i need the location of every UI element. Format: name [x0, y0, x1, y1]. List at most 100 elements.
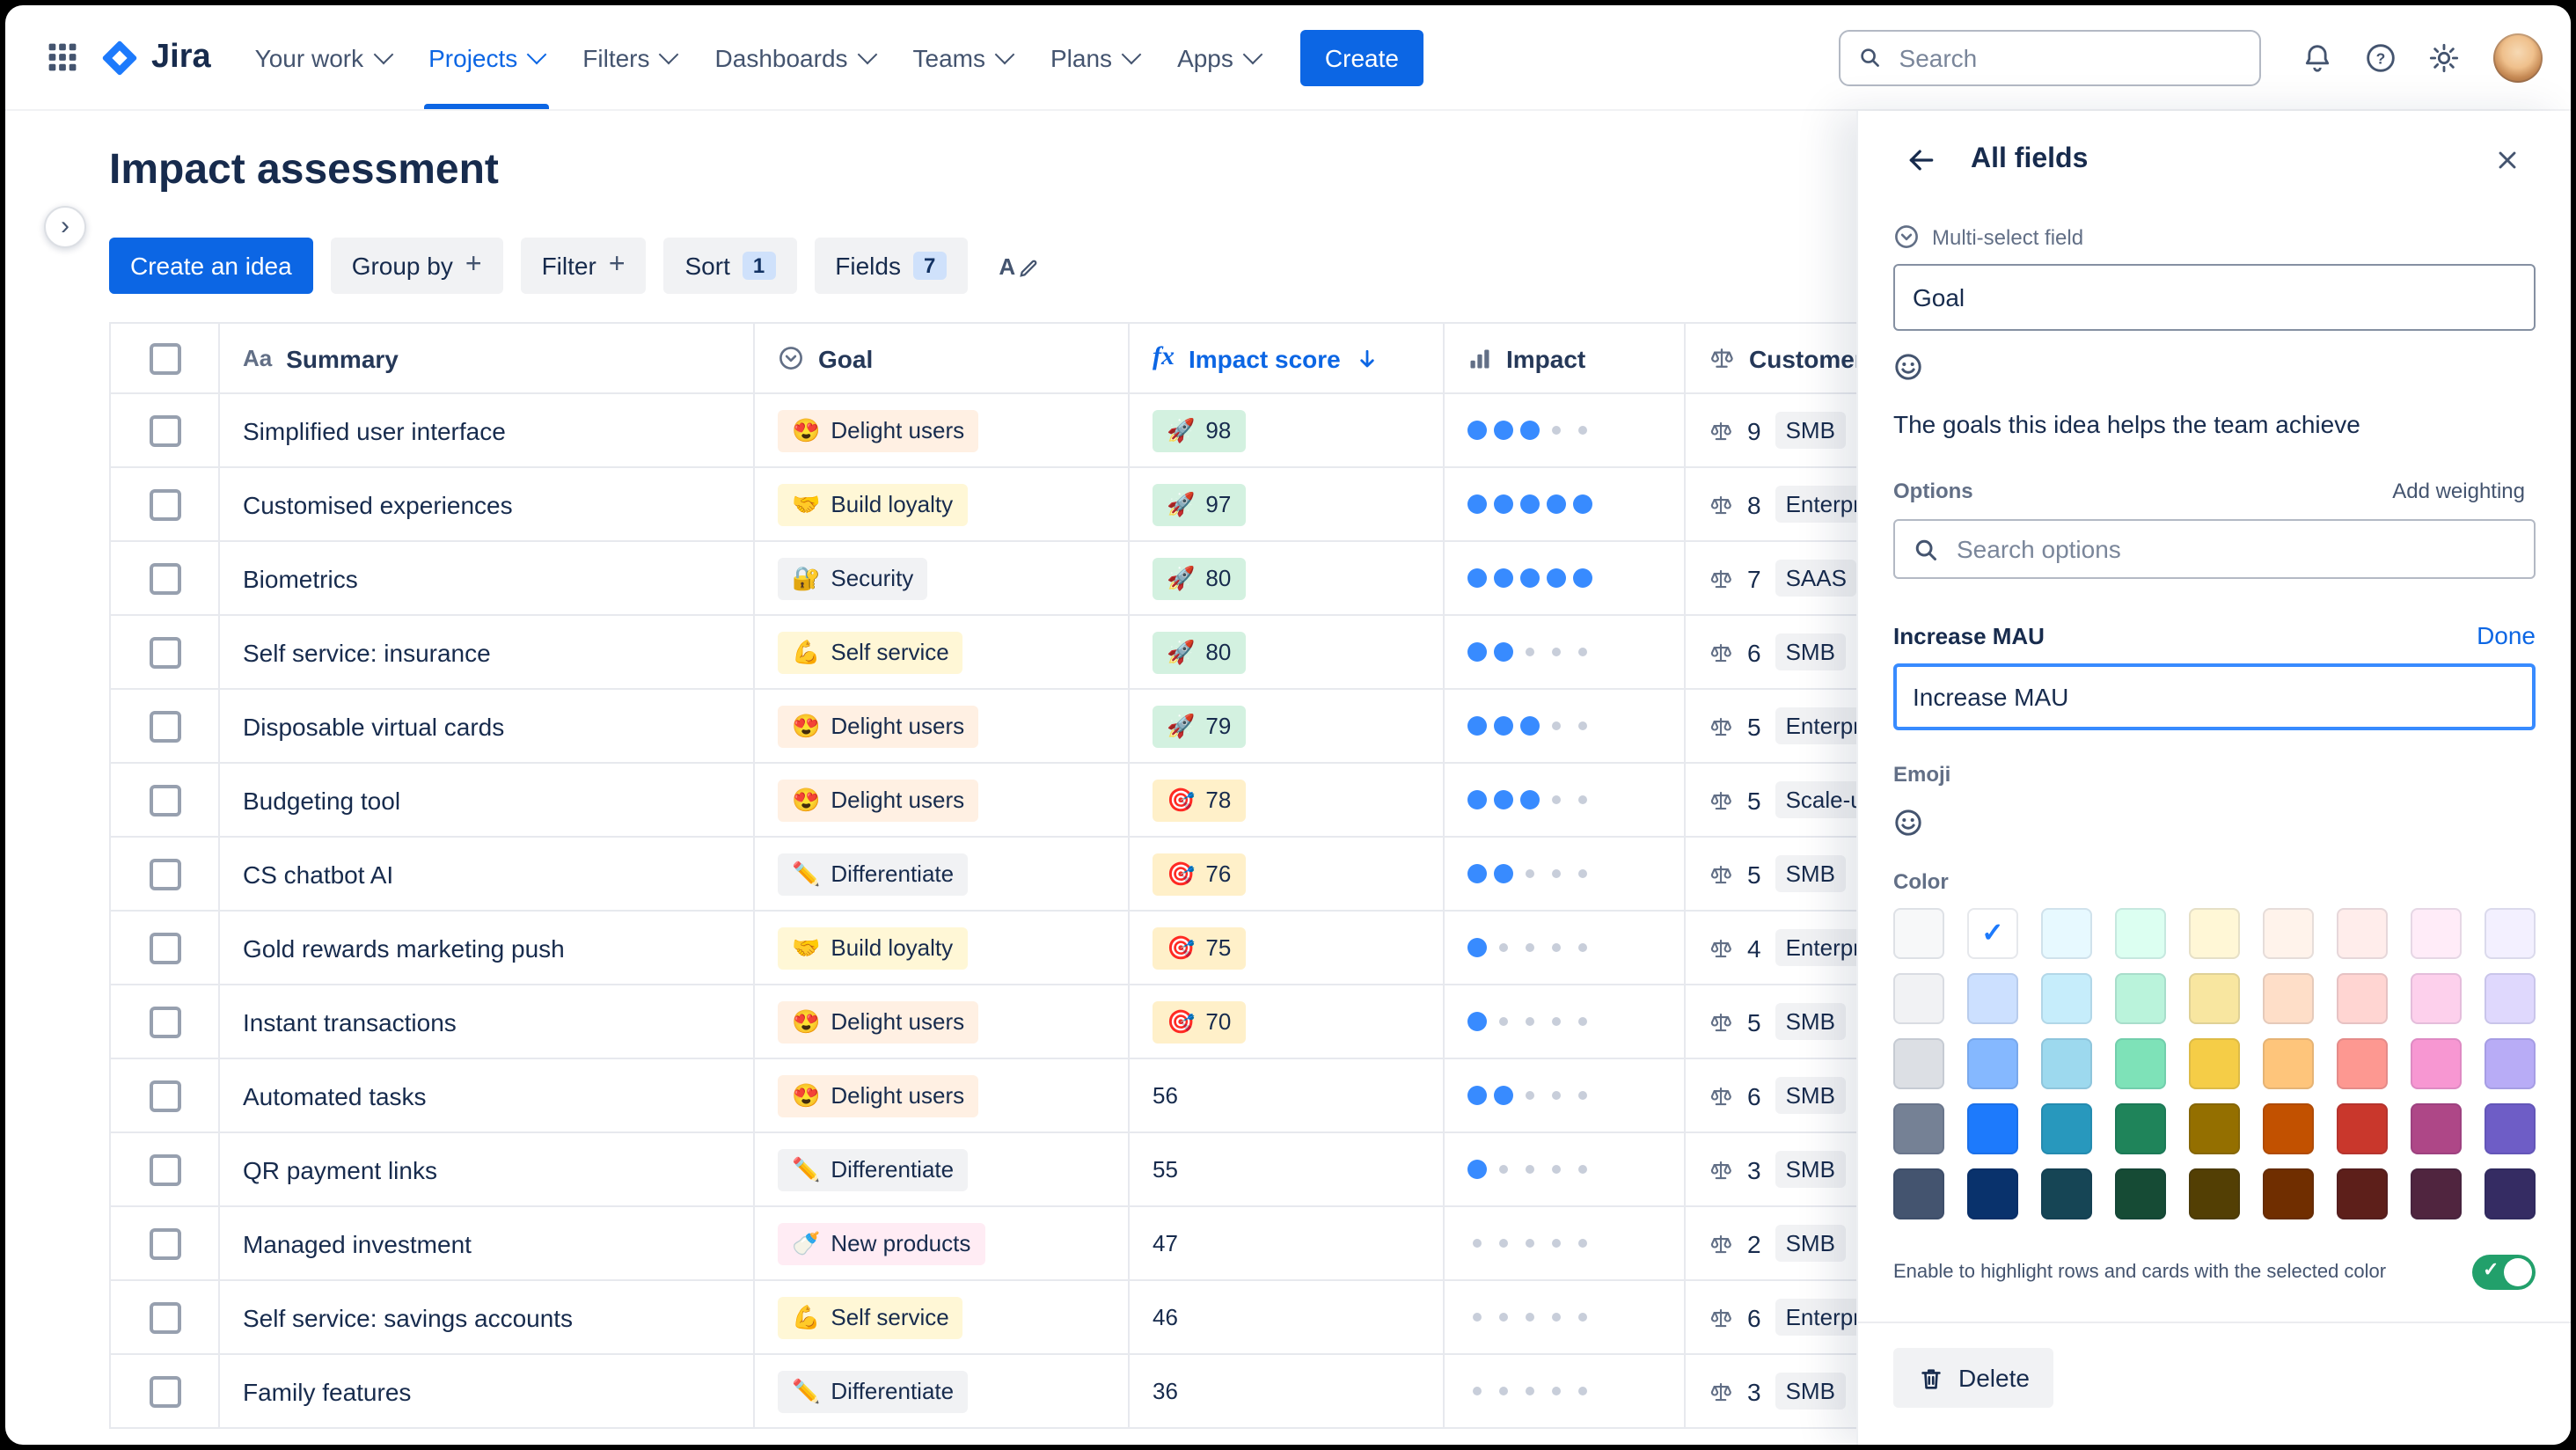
color-swatch[interactable]	[1893, 1103, 1944, 1154]
add-weighting-button[interactable]: Add weighting	[2382, 477, 2536, 505]
goal-chip[interactable]: ✏️Differentiate	[778, 1148, 968, 1190]
table-row[interactable]: CS chatbot AI✏️Differentiate🎯765SMB	[111, 838, 2038, 912]
table-row[interactable]: QR payment links✏️Differentiate553SMB	[111, 1133, 2038, 1207]
group-by-button[interactable]: Group by+	[331, 238, 503, 294]
color-swatch[interactable]	[2411, 908, 2462, 959]
nav-item-dashboards[interactable]: Dashboards	[696, 5, 894, 109]
color-swatch[interactable]	[2041, 1168, 2092, 1219]
table-row[interactable]: Self service: savings accounts💪Self serv…	[111, 1281, 2038, 1355]
table-row[interactable]: Family features✏️Differentiate363SMB	[111, 1355, 2038, 1429]
table-row[interactable]: Gold rewards marketing push🤝Build loyalt…	[111, 912, 2038, 985]
goal-chip[interactable]: ✏️Differentiate	[778, 853, 968, 895]
sidebar-expand-button[interactable]	[44, 206, 86, 248]
row-checkbox[interactable]	[149, 1375, 180, 1407]
color-swatch[interactable]	[2115, 1103, 2166, 1154]
goal-chip[interactable]: 💪Self service	[778, 631, 963, 673]
table-row[interactable]: Disposable virtual cards😍Delight users🚀7…	[111, 690, 2038, 764]
row-checkbox[interactable]	[149, 710, 180, 742]
color-swatch[interactable]	[1967, 1103, 2018, 1154]
row-checkbox[interactable]	[149, 858, 180, 890]
color-swatch[interactable]	[2115, 973, 2166, 1024]
color-swatch[interactable]	[1967, 973, 2018, 1024]
color-swatch[interactable]	[2189, 1168, 2240, 1219]
select-all-checkbox[interactable]	[149, 342, 180, 374]
color-swatch[interactable]	[2411, 1038, 2462, 1089]
color-swatch[interactable]	[2189, 973, 2240, 1024]
goal-chip[interactable]: ✏️Differentiate	[778, 1370, 968, 1412]
options-search[interactable]	[1893, 519, 2536, 579]
color-swatch-selected[interactable]: ✓	[1967, 908, 2018, 959]
delete-field-button[interactable]: Delete	[1893, 1348, 2054, 1408]
color-swatch[interactable]	[2337, 908, 2388, 959]
color-swatch[interactable]	[2115, 1038, 2166, 1089]
color-swatch[interactable]	[2041, 1103, 2092, 1154]
color-swatch[interactable]	[2115, 1168, 2166, 1219]
impact-rating[interactable]	[1445, 1059, 1686, 1133]
color-swatch[interactable]	[2189, 1038, 2240, 1089]
goal-chip[interactable]: 😍Delight users	[778, 1074, 978, 1117]
user-avatar[interactable]	[2493, 33, 2543, 82]
help-button[interactable]: ?	[2353, 29, 2409, 85]
column-header-impact-score[interactable]: fx Impact score	[1130, 324, 1445, 394]
table-row[interactable]: Automated tasks😍Delight users566SMB	[111, 1059, 2038, 1133]
color-swatch[interactable]	[2485, 973, 2536, 1024]
jira-logo[interactable]: Jira	[100, 38, 211, 77]
table-row[interactable]: Self service: insurance💪Self service🚀806…	[111, 616, 2038, 690]
table-row[interactable]: Simplified user interface😍Delight users🚀…	[111, 394, 2038, 468]
impact-rating[interactable]	[1445, 1355, 1686, 1429]
impact-rating[interactable]	[1445, 1133, 1686, 1207]
goal-chip[interactable]: 🍼New products	[778, 1222, 984, 1264]
nav-item-teams[interactable]: Teams	[894, 5, 1031, 109]
row-checkbox[interactable]	[149, 636, 180, 668]
table-row[interactable]: Budgeting tool😍Delight users🎯785Scale-up…	[111, 764, 2038, 838]
nav-item-apps[interactable]: Apps	[1158, 5, 1279, 109]
color-swatch[interactable]	[2485, 908, 2536, 959]
color-swatch[interactable]	[1893, 1168, 1944, 1219]
color-swatch[interactable]	[2411, 1168, 2462, 1219]
nav-item-filters[interactable]: Filters	[563, 5, 695, 109]
filter-button[interactable]: Filter+	[521, 238, 647, 294]
impact-rating[interactable]	[1445, 1207, 1686, 1281]
color-swatch[interactable]	[1893, 1038, 1944, 1089]
row-checkbox[interactable]	[149, 1153, 180, 1185]
options-search-input[interactable]	[1953, 533, 2516, 565]
rename-fields-button[interactable]: A	[984, 238, 1052, 294]
color-swatch[interactable]	[2337, 1103, 2388, 1154]
impact-rating[interactable]	[1445, 690, 1686, 764]
color-swatch[interactable]	[2337, 1168, 2388, 1219]
goal-chip[interactable]: 😍Delight users	[778, 409, 978, 451]
row-checkbox[interactable]	[149, 1080, 180, 1111]
color-swatch[interactable]	[2263, 1168, 2314, 1219]
field-name-input[interactable]	[1893, 264, 2536, 331]
sort-button[interactable]: Sort 1	[664, 238, 797, 294]
impact-rating[interactable]	[1445, 616, 1686, 690]
search-input[interactable]	[1896, 41, 2242, 73]
impact-rating[interactable]	[1445, 394, 1686, 468]
goal-chip[interactable]: 🤝Build loyalty	[778, 926, 967, 969]
goal-chip[interactable]: 🤝Build loyalty	[778, 483, 967, 525]
color-swatch[interactable]	[1967, 1038, 2018, 1089]
nav-item-your-work[interactable]: Your work	[236, 5, 410, 109]
goal-chip[interactable]: 💪Self service	[778, 1296, 963, 1338]
impact-rating[interactable]	[1445, 838, 1686, 912]
column-header-impact[interactable]: Impact	[1445, 324, 1686, 394]
row-checkbox[interactable]	[149, 932, 180, 963]
close-button[interactable]	[2479, 132, 2536, 188]
color-swatch[interactable]	[2263, 973, 2314, 1024]
color-swatch[interactable]	[1967, 1168, 2018, 1219]
table-row[interactable]: Managed investment🍼New products472SMB	[111, 1207, 2038, 1281]
row-checkbox[interactable]	[149, 414, 180, 446]
notifications-button[interactable]	[2289, 29, 2345, 85]
back-button[interactable]	[1893, 132, 1950, 188]
color-swatch[interactable]	[2189, 908, 2240, 959]
settings-button[interactable]	[2416, 29, 2472, 85]
goal-chip[interactable]: 😍Delight users	[778, 779, 978, 821]
color-swatch[interactable]	[1893, 973, 1944, 1024]
highlight-toggle[interactable]: ✓	[2472, 1255, 2536, 1290]
option-emoji-button[interactable]	[1893, 808, 1923, 838]
color-swatch[interactable]	[2041, 908, 2092, 959]
impact-rating[interactable]	[1445, 764, 1686, 838]
row-checkbox[interactable]	[149, 562, 180, 594]
impact-rating[interactable]	[1445, 912, 1686, 985]
nav-item-plans[interactable]: Plans	[1031, 5, 1158, 109]
